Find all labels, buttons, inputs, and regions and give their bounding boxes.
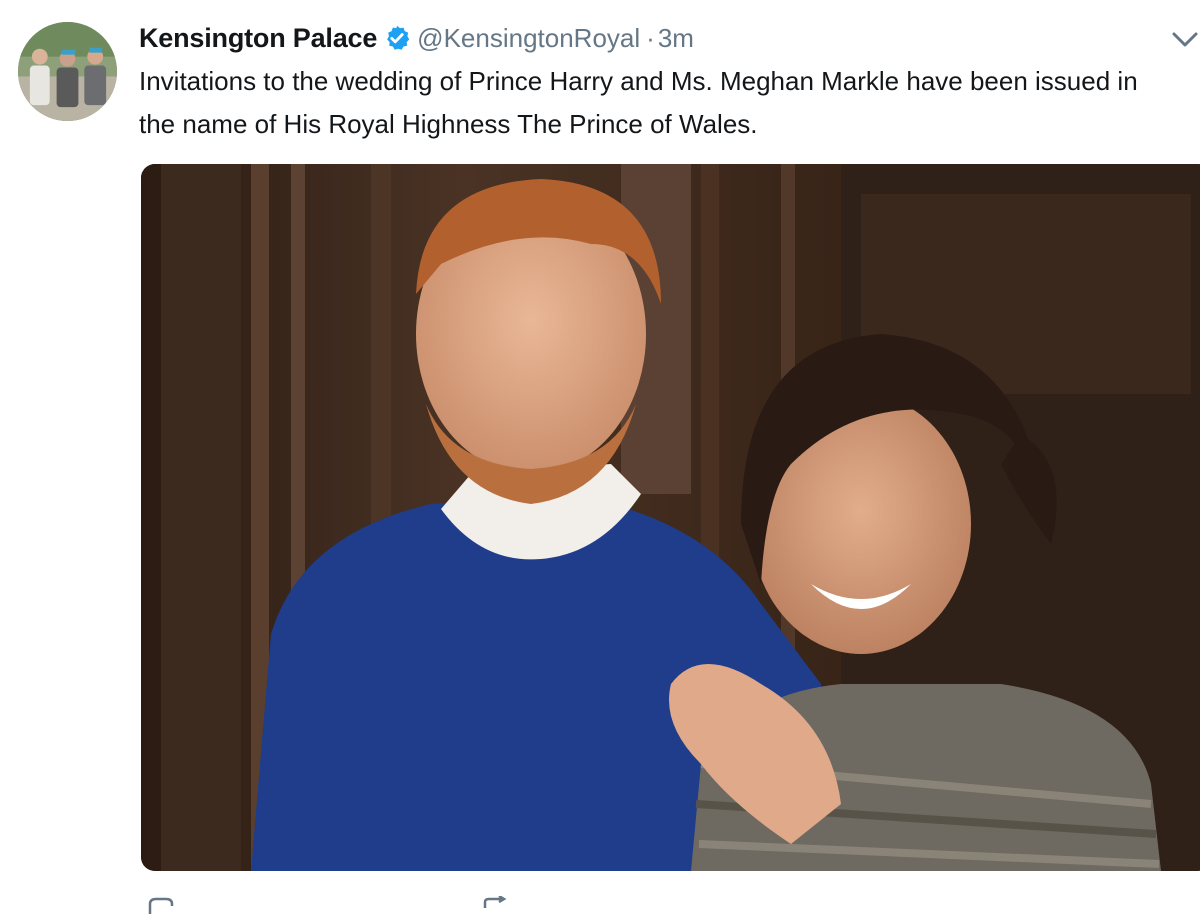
separator-dot: · xyxy=(646,22,655,53)
tweet-timestamp[interactable]: 3m xyxy=(658,23,694,54)
profile-avatar[interactable] xyxy=(18,22,117,121)
verified-badge-icon xyxy=(383,24,411,52)
user-handle[interactable]: @KensingtonRoyal xyxy=(417,23,640,54)
tweet-text: Invitations to the wedding of Prince Har… xyxy=(139,66,1138,139)
tweet-actions xyxy=(141,896,1041,916)
chevron-down-icon[interactable] xyxy=(1170,28,1200,52)
retweet-icon[interactable] xyxy=(481,896,511,916)
display-name[interactable]: Kensington Palace xyxy=(139,23,377,54)
tweet-card: Kensington Palace @KensingtonRoyal · 3m … xyxy=(0,0,1200,914)
tweet-photo[interactable] xyxy=(141,164,1200,871)
reply-icon[interactable] xyxy=(146,896,176,916)
tweet-header: Kensington Palace @KensingtonRoyal · 3m xyxy=(139,18,694,58)
